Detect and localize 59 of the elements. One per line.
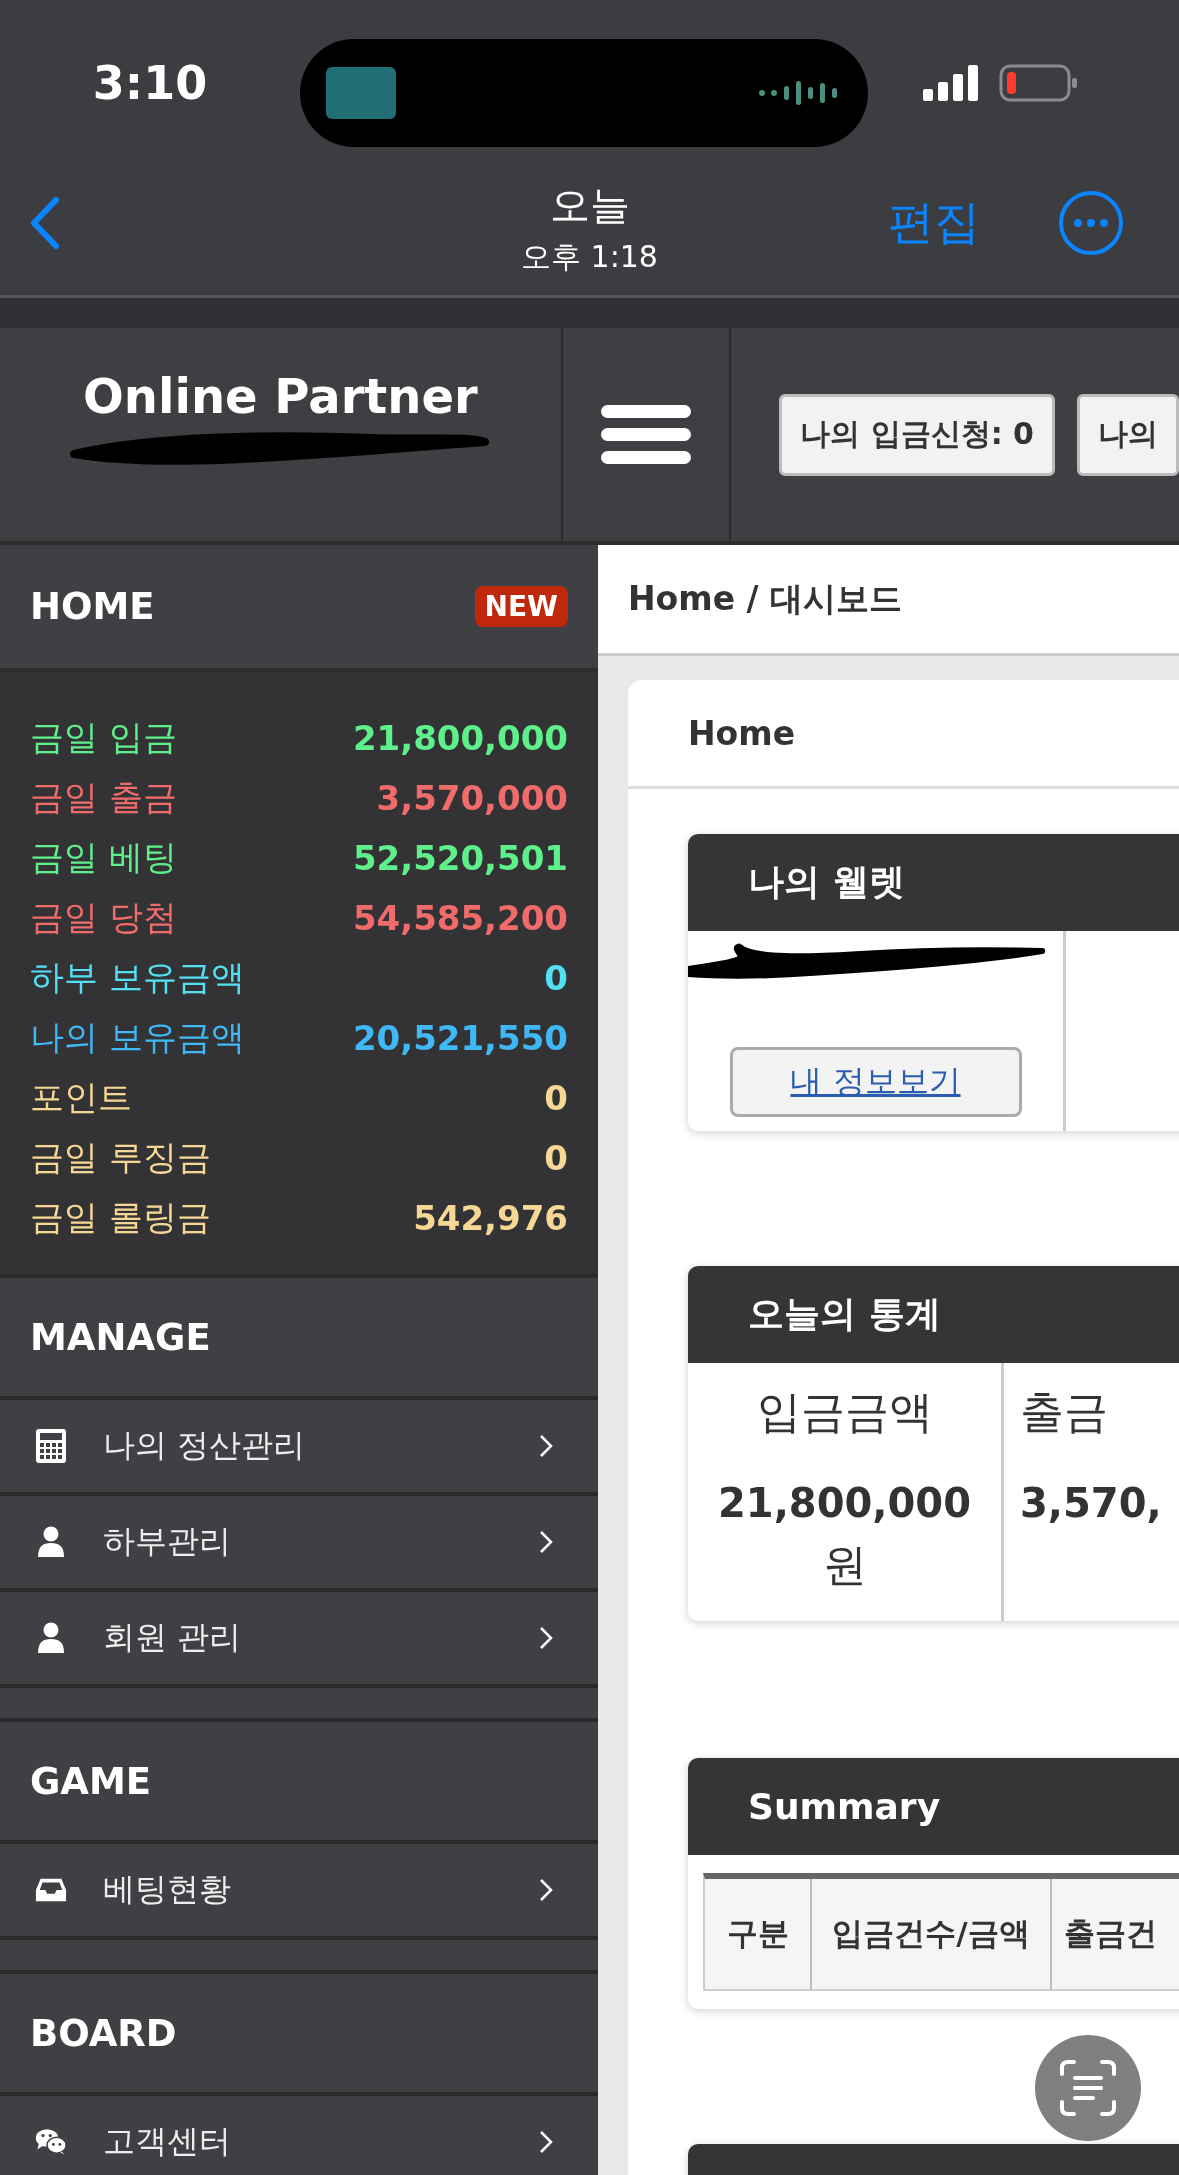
- chevron-icon: [539, 1434, 553, 1458]
- section-title: GAME: [30, 1759, 152, 1803]
- chevron-icon: [539, 2130, 553, 2154]
- new-badge: NEW: [474, 586, 568, 627]
- currency-unit: 원: [822, 1538, 867, 1592]
- stat-value: 21,800,000: [717, 1480, 971, 1526]
- my-info-button[interactable]: 내 정보보기: [729, 1047, 1022, 1117]
- menu-icon[interactable]: [600, 404, 691, 465]
- column-header: 구분: [705, 1879, 812, 1989]
- signal-icon: [923, 64, 979, 101]
- stat-label: 금일 입금: [30, 716, 177, 759]
- user-icon: [35, 1622, 67, 1654]
- chevron-icon: [539, 1878, 553, 1902]
- stat-value: 20,521,550: [352, 1018, 568, 1058]
- status-time: 3:10: [91, 55, 209, 110]
- stat-value: 54,585,200: [352, 898, 568, 938]
- header-button[interactable]: 나의 입금신청: 0: [779, 393, 1055, 476]
- chevron-icon: [539, 1626, 553, 1650]
- back-icon[interactable]: [30, 196, 60, 249]
- inbox-icon: [35, 1877, 67, 1903]
- scan-text-icon: [1060, 2060, 1116, 2116]
- stat-value: 542,976: [413, 1198, 568, 1238]
- section-title: BOARD: [30, 2011, 177, 2055]
- photo-placeholder: [326, 66, 396, 119]
- stat-label: 금일 루징금: [30, 1136, 211, 1179]
- section-title: HOME: [30, 585, 155, 628]
- more-icon[interactable]: [1058, 189, 1124, 256]
- battery-icon: [999, 63, 1079, 102]
- stat-value: 21,800,000: [352, 718, 568, 758]
- stat-value: 3,570,: [1020, 1480, 1162, 1526]
- stat-value: 0: [544, 1138, 568, 1178]
- calculator-icon: [35, 1428, 67, 1464]
- stat-value: 3,570,000: [376, 778, 568, 818]
- stat-label: 입금금액: [756, 1385, 933, 1439]
- stat-label: 금일 베팅: [30, 836, 177, 879]
- stat-value: 0: [544, 1078, 568, 1118]
- card-title: Summary: [748, 1786, 941, 1827]
- stat-value: 0: [544, 958, 568, 998]
- user-icon: [35, 1526, 67, 1558]
- card-title: 나의 웰렛: [748, 860, 905, 904]
- stat-label: 금일 롤링금: [30, 1196, 211, 1239]
- section-title: MANAGE: [30, 1315, 211, 1359]
- stat-label: 나의 보유금액: [30, 1016, 245, 1059]
- stat-value: 52,520,501: [352, 838, 568, 878]
- stat-label: 하부 보유금액: [30, 956, 245, 999]
- stat-label: 금일 출금: [30, 776, 177, 819]
- site-brand: Online Partner: [83, 368, 478, 424]
- card-title: 오늘의 통계: [748, 1292, 941, 1336]
- chevron-icon: [539, 1530, 553, 1554]
- nav-title: 오늘: [549, 181, 630, 230]
- header-button[interactable]: 나의: [1077, 393, 1179, 476]
- column-header: 입금건수/금액: [812, 1879, 1052, 1989]
- breadcrumb: Home / 대시보드: [628, 577, 903, 620]
- stat-label: 출금: [1020, 1385, 1108, 1439]
- nav-subtitle: 오후 1:18: [521, 238, 658, 276]
- card-title: Home: [688, 713, 796, 753]
- stat-label: 금일 당첨: [30, 896, 177, 939]
- stat-label: 포인트: [30, 1076, 132, 1119]
- column-header: 출금건: [1052, 1879, 1179, 1989]
